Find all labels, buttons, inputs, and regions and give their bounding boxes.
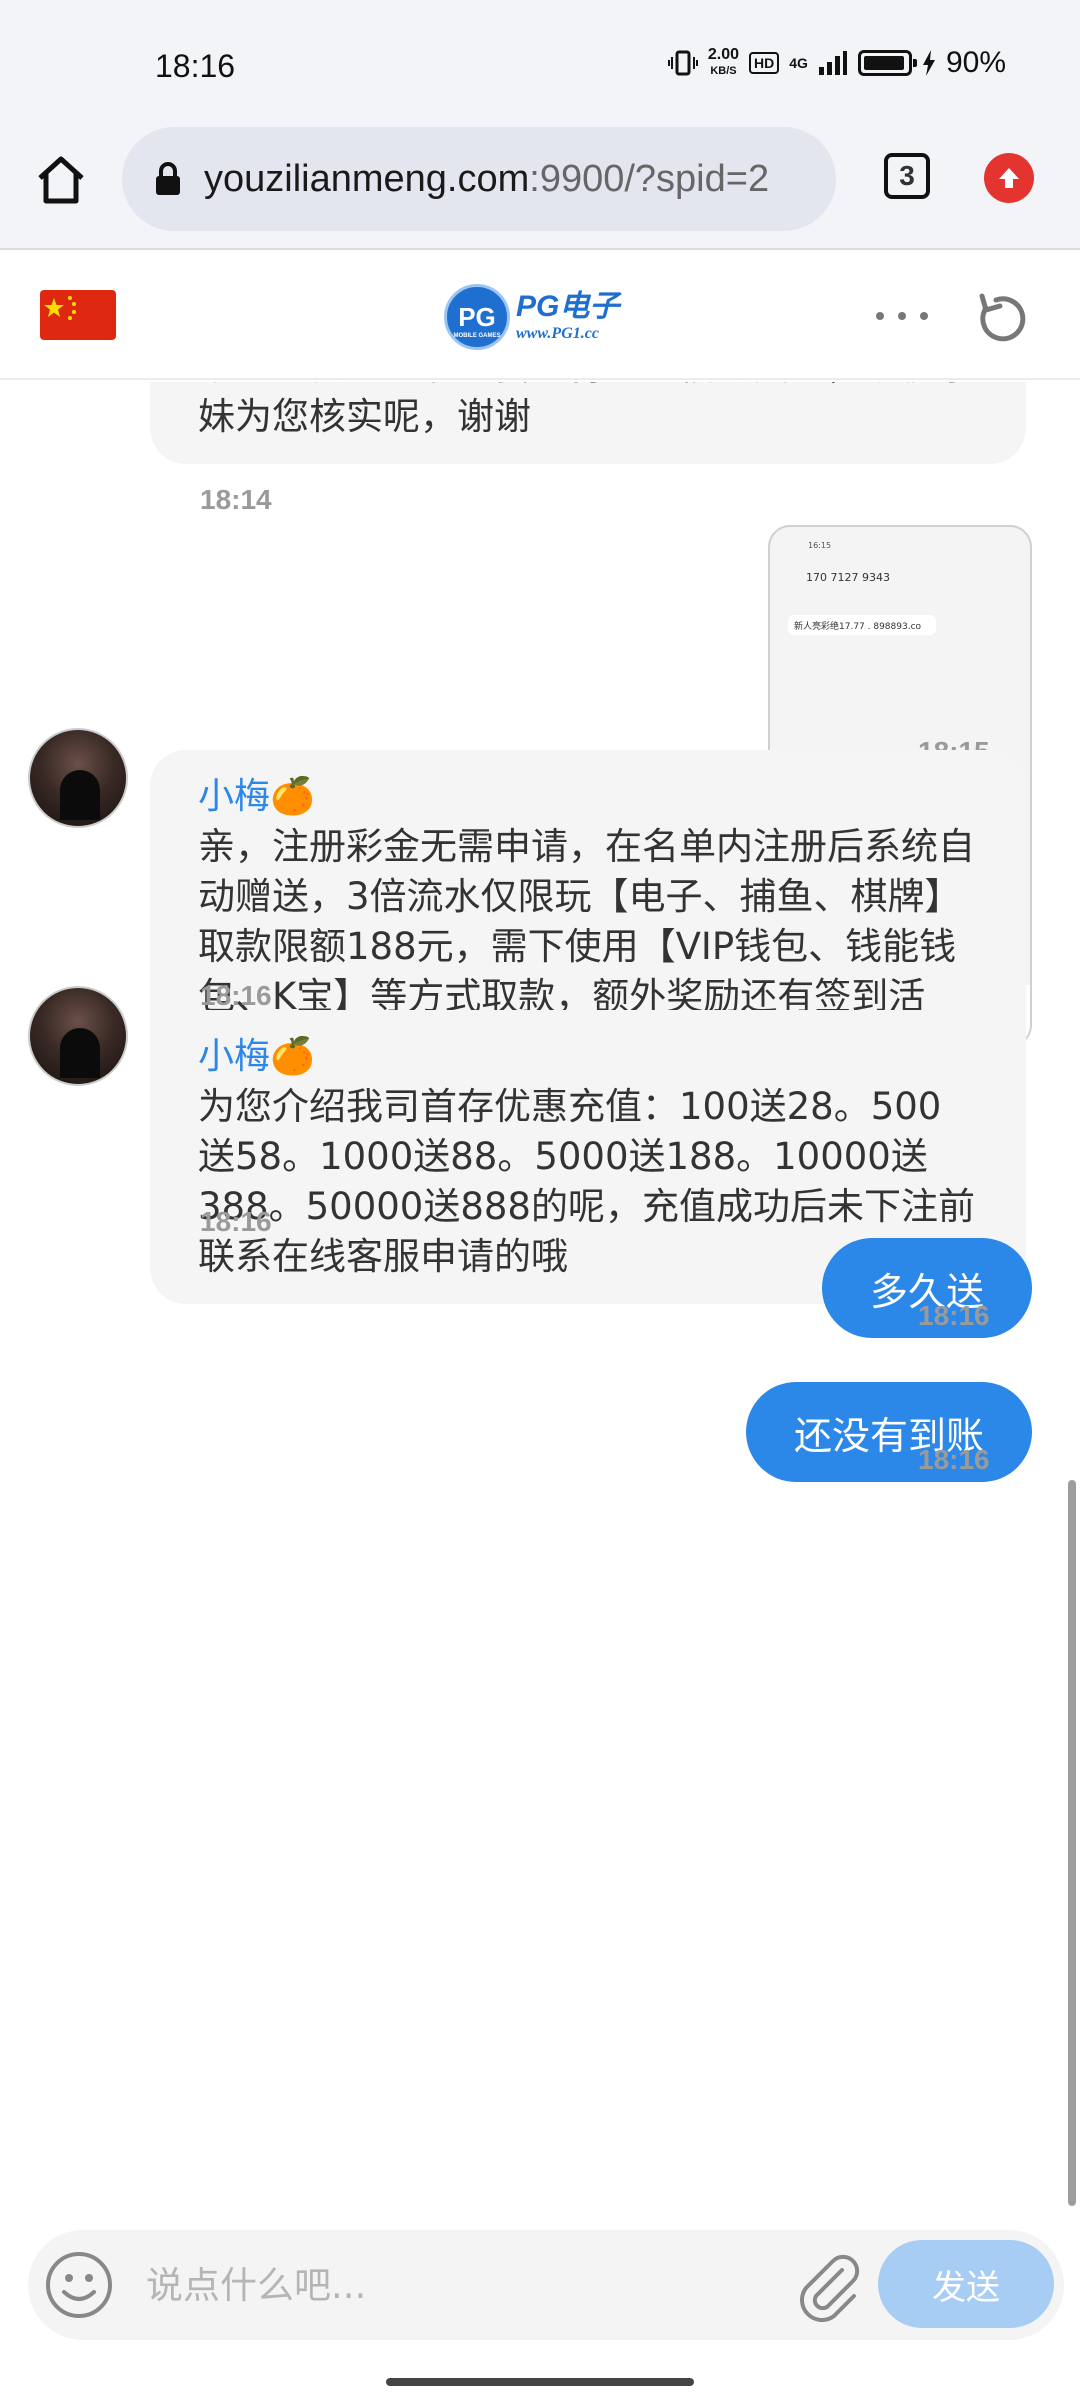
china-flag-icon[interactable] (40, 290, 116, 340)
attachment-icon[interactable] (790, 2248, 866, 2324)
tabs-button[interactable]: 3 (884, 153, 930, 199)
url-host: youzilianmeng.com (204, 157, 530, 200)
address-bar[interactable]: youzilianmeng.com:9900/?spid=2 (122, 127, 836, 231)
message-time: 18:16 (918, 1444, 990, 1475)
site-header: PG MOBILE GAMES PG电子 www.PG1.cc (0, 252, 1080, 380)
logo-text: PG电子 www.PG1.cc (516, 292, 619, 342)
status-icons: 2.00 KB/S HD 4G 90% (667, 46, 1006, 80)
browser-toolbar: youzilianmeng.com:9900/?spid=2 3 (0, 125, 1080, 250)
lock-icon (156, 162, 180, 195)
signal-icon (818, 51, 847, 75)
home-icon[interactable] (32, 151, 90, 209)
logo-badge: PG MOBILE GAMES (444, 284, 510, 350)
vibrate-icon (667, 50, 698, 76)
status-bar: 18:16 2.00 KB/S HD 4G 90% (0, 0, 1080, 125)
sender-name: 小梅🍊 (198, 1036, 315, 1077)
message-text: 请您提供一个收到我司得赠短信截图呢，以便小妹为您核实呢，谢谢 (198, 382, 975, 438)
refresh-icon[interactable] (972, 288, 1032, 348)
network-type: 4G (789, 55, 808, 71)
update-icon[interactable] (984, 153, 1034, 203)
message-time: 18:14 (200, 484, 272, 515)
send-button[interactable]: 发送 (878, 2240, 1054, 2328)
avatar[interactable] (28, 986, 128, 1086)
logo-url: www.PG1.cc (516, 325, 599, 342)
message-input[interactable] (146, 2250, 796, 2320)
charging-icon (922, 50, 935, 76)
flag-stars-icon (44, 296, 76, 320)
chat-scrollbar[interactable] (1068, 1480, 1076, 2206)
sender-name: 小梅🍊 (198, 776, 315, 817)
message-composer: 发送 (28, 2230, 1064, 2340)
avatar[interactable] (28, 728, 128, 828)
home-indicator[interactable] (386, 2378, 694, 2386)
emoji-icon[interactable] (44, 2250, 114, 2320)
status-time: 18:16 (155, 48, 236, 84)
chat-messages[interactable]: 请您提供一个收到我司得赠短信截图呢，以便小妹为您核实呢，谢谢 18:14 16:… (0, 382, 1080, 2222)
logo-title: PG电子 (516, 290, 620, 323)
message-time: 18:16 (200, 980, 272, 1011)
url-path: :9900/?spid=2 (529, 157, 770, 200)
url-text: youzilianmeng.com:9900/?spid=2 (204, 158, 769, 201)
site-logo[interactable]: PG MOBILE GAMES PG电子 www.PG1.cc (444, 282, 644, 352)
message-time: 18:16 (200, 1206, 272, 1237)
message-time: 18:16 (918, 1300, 990, 1331)
more-icon[interactable] (870, 300, 934, 332)
net-speed: 2.00 KB/S (707, 46, 740, 78)
hd-badge: HD (749, 52, 780, 74)
arrow-up-icon (999, 168, 1019, 188)
battery-icon (857, 50, 917, 76)
battery-percent: 90% (945, 46, 1006, 79)
incoming-message: 请您提供一个收到我司得赠短信截图呢，以便小妹为您核实呢，谢谢 (150, 382, 1026, 464)
